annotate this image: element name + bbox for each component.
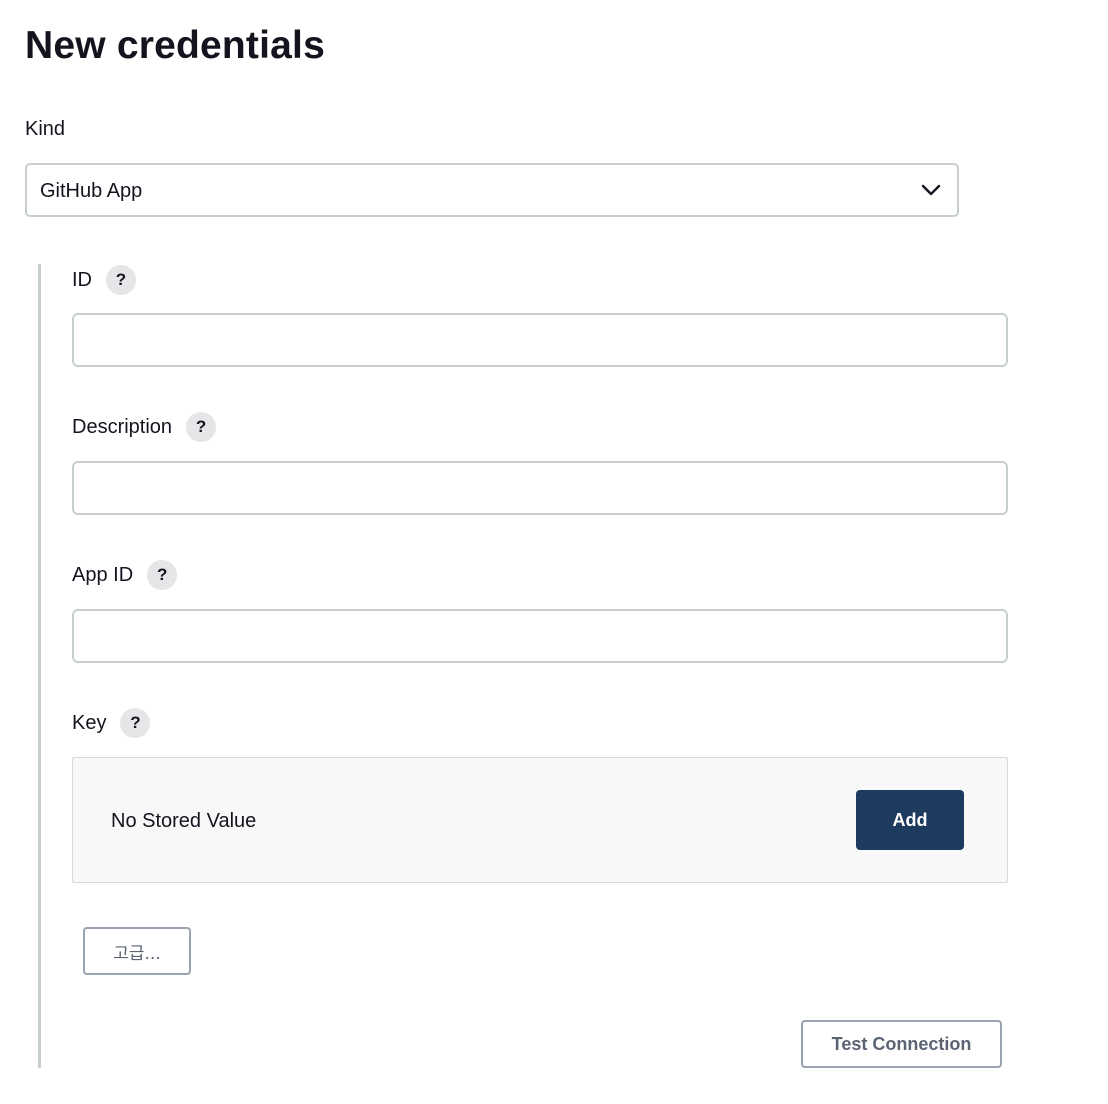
app-id-help-icon[interactable]: ?: [147, 560, 178, 590]
id-help-icon[interactable]: ?: [106, 265, 136, 295]
app-id-input[interactable]: [72, 609, 1008, 663]
description-input[interactable]: [72, 461, 1008, 515]
section-divider: [38, 264, 41, 1068]
key-label-row: Key ?: [72, 708, 151, 738]
description-label-row: Description ?: [72, 412, 217, 442]
id-label-row: ID ?: [72, 265, 136, 295]
key-help-icon[interactable]: ?: [120, 708, 151, 738]
id-input[interactable]: [72, 313, 1008, 367]
description-label: Description: [72, 416, 173, 438]
key-status-text: No Stored Value: [111, 810, 257, 832]
key-panel: No Stored Value Add: [72, 757, 1008, 883]
description-help-icon[interactable]: ?: [186, 412, 217, 442]
chevron-down-icon: [921, 184, 941, 196]
add-key-button[interactable]: Add: [856, 790, 964, 850]
id-label: ID: [72, 269, 92, 291]
test-connection-button[interactable]: Test Connection: [801, 1020, 1002, 1068]
advanced-button[interactable]: 고급...: [83, 927, 191, 975]
app-id-label: App ID: [72, 564, 134, 586]
key-label: Key: [72, 712, 107, 734]
kind-select[interactable]: GitHub App: [25, 163, 959, 217]
page-title: New credentials: [25, 24, 325, 67]
app-id-label-row: App ID ?: [72, 560, 178, 590]
kind-select-value: GitHub App: [40, 180, 143, 202]
kind-label: Kind: [25, 118, 66, 140]
